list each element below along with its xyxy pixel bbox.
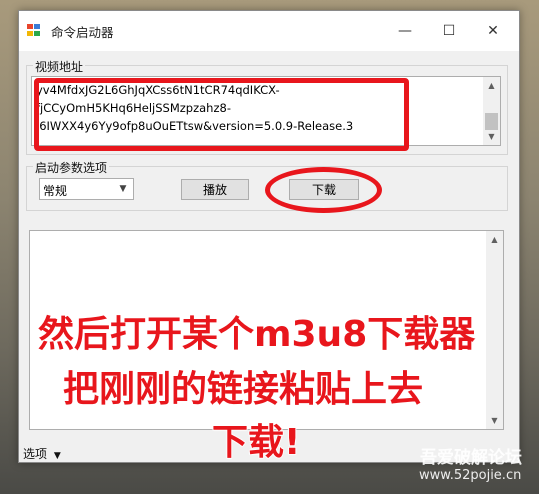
play-button[interactable]: 播放	[181, 179, 249, 200]
overlay-caption-line2: 把刚刚的链接粘贴上去	[62, 368, 424, 411]
overlay-caption-line1: 然后打开某个m3u8下载器	[37, 313, 476, 356]
mode-select-value: 常规	[43, 184, 68, 198]
close-button[interactable]: ✕	[471, 11, 515, 51]
maximize-button[interactable]: ☐	[427, 11, 471, 51]
scroll-down-icon[interactable]: ▼	[483, 128, 500, 145]
watermark-title: 吾爱破解论坛	[420, 448, 522, 468]
app-icon	[27, 24, 41, 37]
scroll-up-icon[interactable]: ▲	[483, 77, 500, 94]
scroll-down-icon[interactable]: ▼	[486, 412, 503, 429]
options-menu[interactable]: 选项 ▼	[23, 445, 61, 462]
chevron-down-icon[interactable]: ▼	[115, 181, 131, 197]
url-scrollbar[interactable]: ▲ ▼	[483, 77, 500, 145]
params-group-label: 启动参数选项	[33, 159, 110, 176]
annotation-highlight-rect	[34, 78, 409, 151]
url-group-label: 视频地址	[33, 58, 86, 75]
options-label: 选项	[23, 447, 48, 461]
watermark-url: www.52pojie.cn	[419, 468, 522, 483]
scroll-up-icon[interactable]: ▲	[486, 231, 503, 248]
minimize-button[interactable]: —	[383, 11, 427, 51]
mode-select[interactable]: 常规 ▼	[39, 178, 134, 200]
log-scrollbar[interactable]: ▲ ▼	[486, 231, 503, 429]
annotation-highlight-ellipse	[265, 167, 382, 213]
window-title: 命令启动器	[51, 25, 114, 40]
overlay-caption-line3: 下载!	[211, 421, 301, 464]
title-bar[interactable]: 命令启动器 — ☐ ✕	[19, 11, 519, 51]
dropdown-arrow-icon: ▼	[53, 451, 61, 461]
